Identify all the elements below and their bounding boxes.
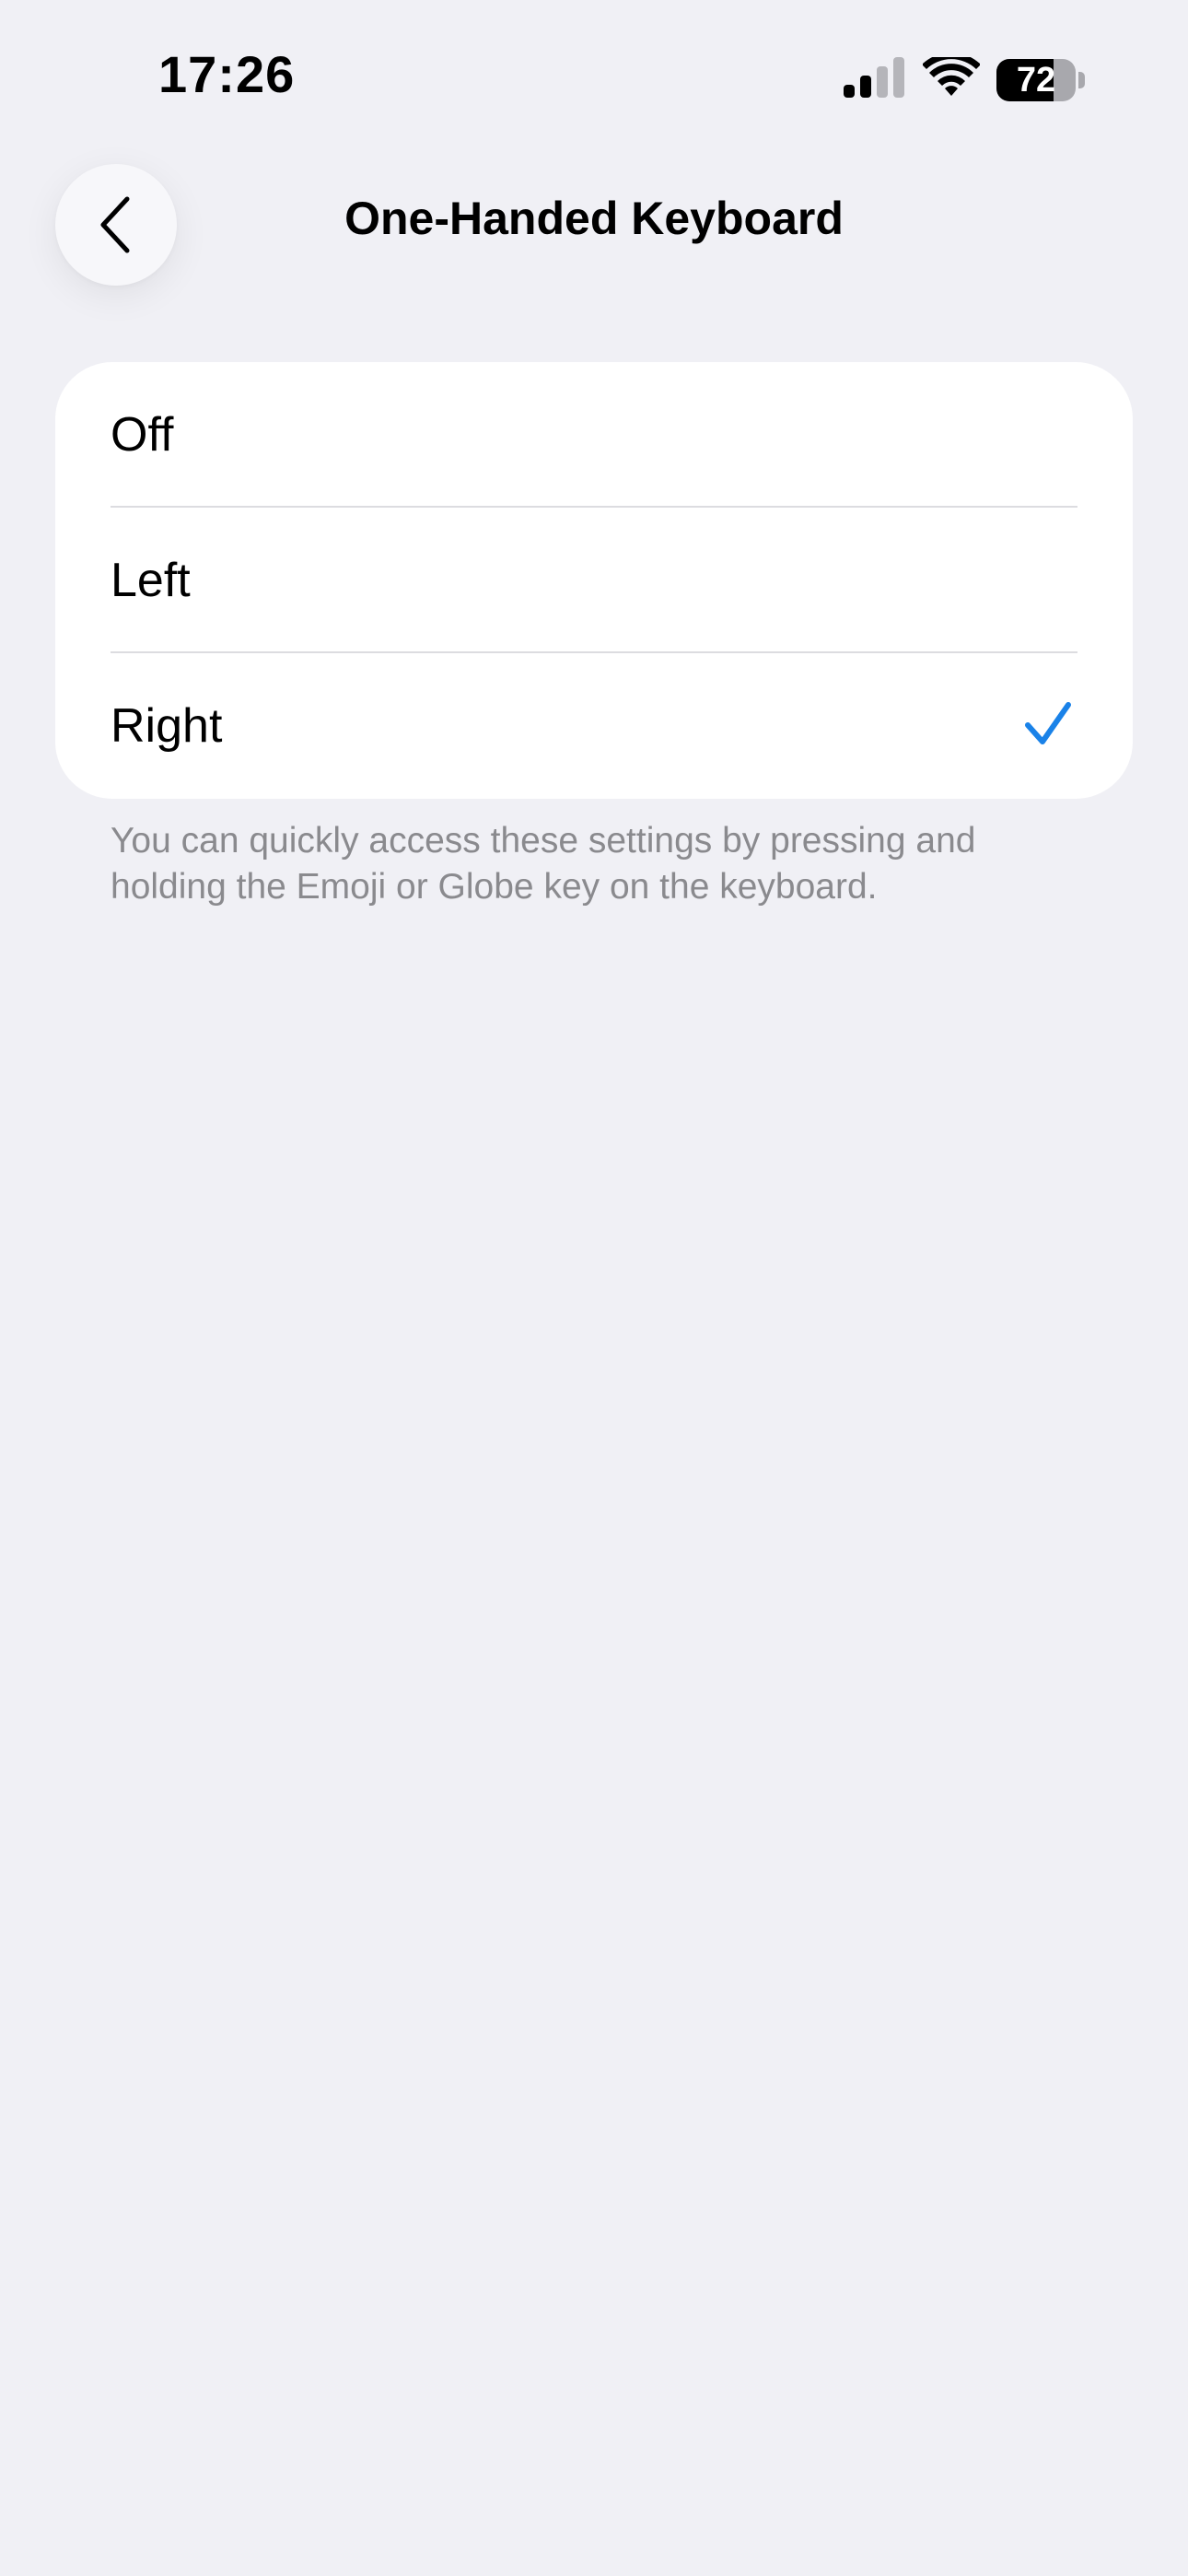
cellular-signal-icon <box>844 57 904 98</box>
option-right[interactable]: Right <box>55 653 1133 799</box>
option-label: Off <box>111 408 174 462</box>
checkmark-icon <box>1025 702 1071 744</box>
settings-screen: 17:26 72 One-Handed Keyboard Off Left Ri… <box>0 0 1188 2576</box>
back-button[interactable] <box>55 164 177 286</box>
status-time: 17:26 <box>158 45 296 103</box>
wifi-icon <box>923 57 980 96</box>
option-left[interactable]: Left <box>55 508 1133 653</box>
option-off[interactable]: Off <box>55 362 1133 508</box>
option-label: Right <box>111 699 223 753</box>
status-bar: 17:26 72 <box>0 0 1188 157</box>
footer-note: You can quickly access these settings by… <box>111 821 976 907</box>
page-title: One-Handed Keyboard <box>344 193 844 244</box>
battery-icon: 72 <box>996 59 1085 101</box>
chevron-left-icon <box>100 196 130 253</box>
options-list: Off Left Right <box>55 362 1133 799</box>
battery-level: 72 <box>1016 61 1056 100</box>
option-label: Left <box>111 554 191 607</box>
